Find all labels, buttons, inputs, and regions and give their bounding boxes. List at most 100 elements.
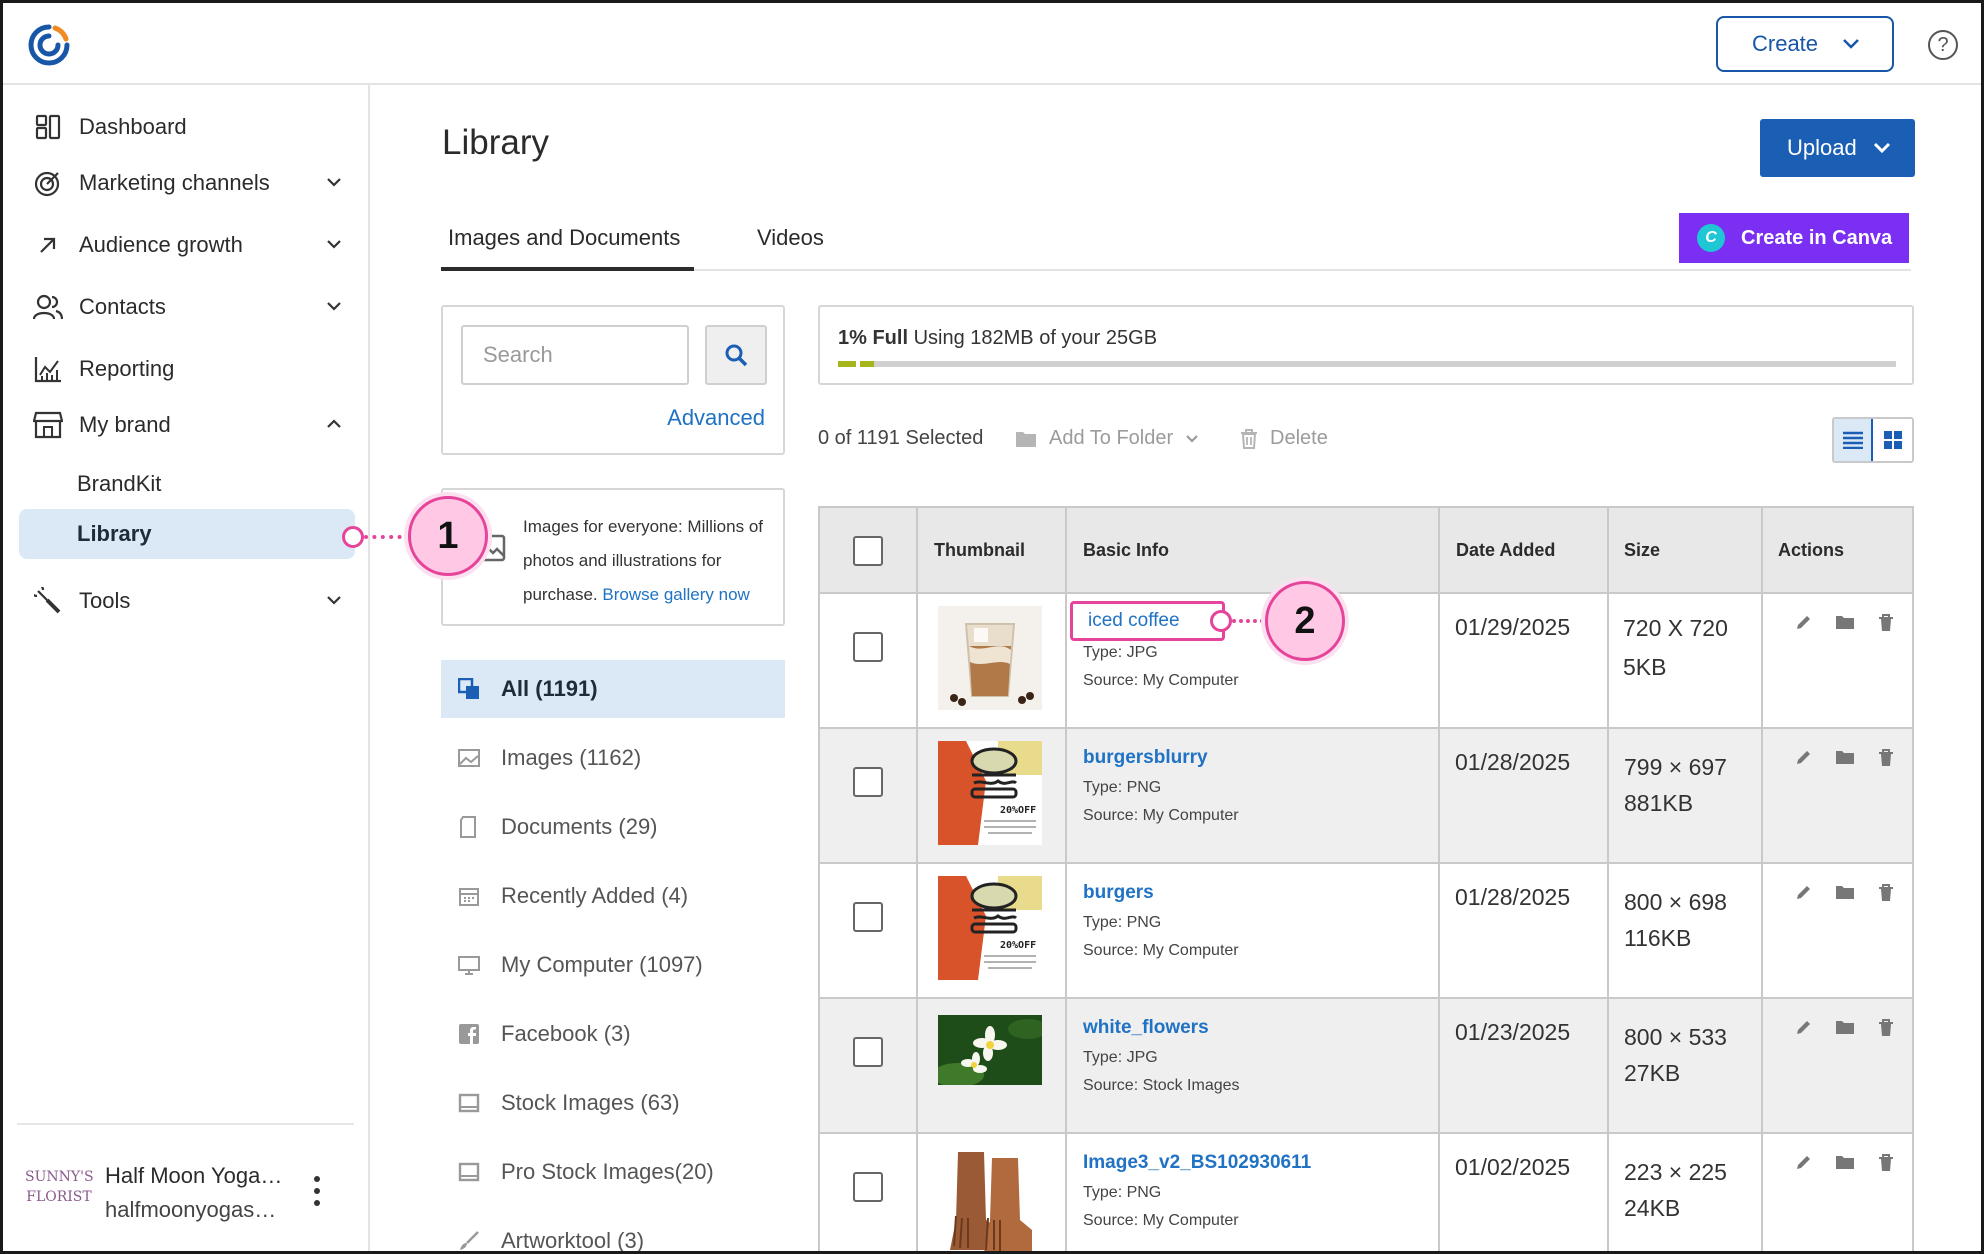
upload-button[interactable]: Upload [1760, 119, 1915, 177]
search-input[interactable] [461, 325, 689, 385]
file-name-link[interactable]: burgers [1083, 882, 1154, 904]
file-name-link[interactable]: burgersblurry [1083, 747, 1208, 769]
filter-all[interactable]: All (1191) [441, 660, 785, 718]
thumbnail-burgers[interactable]: 20%OFF [938, 876, 1042, 980]
sidebar-item-label: My brand [79, 412, 171, 437]
thumbnail-burgersblurry[interactable]: 20%OFF [938, 741, 1042, 845]
trash-icon[interactable] [1878, 749, 1898, 769]
row-checkbox[interactable] [853, 767, 883, 797]
constant-contact-logo-icon[interactable] [27, 23, 71, 67]
callout-2-highlight [1070, 601, 1225, 641]
folder-icon[interactable] [1835, 1019, 1855, 1039]
callout-1-line [364, 535, 410, 539]
sidebar-item-my-brand[interactable]: My brand [33, 403, 343, 447]
add-to-folder-button[interactable]: Add To Folder [1015, 427, 1199, 450]
stock-gallery-promo: Images for everyone: Millions of photos … [441, 488, 785, 626]
help-icon[interactable]: ? [1928, 30, 1958, 60]
dashboard-icon [33, 112, 63, 142]
column-header[interactable]: Date Added [1456, 540, 1555, 561]
folder-icon[interactable] [1835, 749, 1855, 769]
stock-icon [457, 1091, 481, 1115]
callout-2-line [1232, 619, 1264, 623]
kebab-menu-icon[interactable] [313, 1173, 321, 1209]
sidebar-item-audience-growth[interactable]: Audience growth [33, 223, 343, 267]
thumbnail-image3[interactable] [938, 1146, 1042, 1254]
trash-icon[interactable] [1878, 614, 1898, 634]
add-to-folder-label: Add To Folder [1049, 427, 1174, 449]
page-title: Library [442, 123, 549, 162]
edit-icon[interactable] [1794, 1019, 1814, 1039]
file-type: Type: JPG [1083, 644, 1158, 661]
thumbnail-white-flowers[interactable] [938, 1015, 1042, 1085]
table-row: white_flowers Type: JPG Source: Stock Im… [820, 999, 1912, 1134]
storage-text: 1% Full Using 182MB of your 25GB [838, 327, 1157, 350]
callout-1-anchor [342, 526, 364, 548]
search-button[interactable] [705, 325, 767, 385]
delete-button[interactable]: Delete [1240, 427, 1328, 450]
account-email: halfmoonyogas… [105, 1197, 277, 1222]
select-all-checkbox[interactable] [853, 536, 883, 566]
row-checkbox[interactable] [853, 1172, 883, 1202]
chart-icon [33, 354, 63, 384]
account-switcher[interactable]: SUNNY'S FLORIST Half Moon Yoga… halfmoon… [25, 1157, 355, 1237]
file-dimensions: 720 X 720 [1623, 615, 1728, 641]
folder-icon[interactable] [1835, 884, 1855, 904]
arrow-up-right-icon [33, 230, 63, 260]
filter-facebook[interactable]: Facebook (3) [441, 1005, 785, 1063]
filter-my-computer[interactable]: My Computer (1097) [441, 936, 785, 994]
filter-label: Facebook (3) [501, 1021, 631, 1046]
filter-artworktool[interactable]: Artworktool (3) [441, 1212, 785, 1251]
sidebar-item-brandkit[interactable]: BrandKit [19, 459, 355, 509]
grid-view-button[interactable] [1873, 419, 1912, 461]
folder-icon[interactable] [1835, 614, 1855, 634]
filter-pro-stock-images[interactable]: Pro Stock Images(20) [441, 1143, 785, 1201]
filter-documents[interactable]: Documents (29) [441, 798, 785, 856]
tab-videos[interactable]: Videos [757, 225, 824, 271]
brush-icon [457, 1229, 481, 1251]
column-header[interactable]: Size [1624, 540, 1660, 561]
column-divider [1761, 508, 1763, 1251]
date-added: 01/02/2025 [1455, 1154, 1571, 1180]
create-button[interactable]: Create [1716, 16, 1894, 72]
folder-icon[interactable] [1835, 1154, 1855, 1174]
advanced-search-link[interactable]: Advanced [667, 405, 765, 431]
list-view-button[interactable] [1834, 419, 1874, 461]
sidebar-item-label: Audience growth [79, 232, 243, 257]
edit-icon[interactable] [1794, 1154, 1814, 1174]
edit-icon[interactable] [1794, 614, 1814, 634]
filter-images[interactable]: Images (1162) [441, 729, 785, 787]
trash-icon[interactable] [1878, 1019, 1898, 1039]
file-name-link[interactable]: Image3_v2_BS102930611 [1083, 1152, 1311, 1174]
date-added: 01/28/2025 [1455, 749, 1571, 775]
edit-icon[interactable] [1794, 884, 1814, 904]
grid-icon [1883, 431, 1902, 449]
tab-images-and-documents[interactable]: Images and Documents [441, 225, 694, 271]
file-source: Source: Stock Images [1083, 1077, 1240, 1094]
trash-icon[interactable] [1878, 884, 1898, 904]
browse-gallery-link[interactable]: Browse gallery now [602, 585, 749, 604]
sidebar-item-tools[interactable]: Tools [33, 579, 343, 623]
create-in-canva-button[interactable]: C Create in Canva [1679, 213, 1909, 263]
trash-icon[interactable] [1878, 1154, 1898, 1174]
sidebar-item-reporting[interactable]: Reporting [33, 347, 343, 391]
filter-stock-images[interactable]: Stock Images (63) [441, 1074, 785, 1132]
sidebar-item-dashboard[interactable]: Dashboard [33, 105, 343, 149]
sidebar-item-contacts[interactable]: Contacts [33, 285, 343, 329]
filter-label: Images (1162) [501, 745, 642, 770]
chevron-down-icon [1873, 142, 1890, 154]
file-name-link[interactable]: white_flowers [1083, 1017, 1209, 1039]
row-checkbox[interactable] [853, 902, 883, 932]
sidebar-item-library[interactable]: Library [19, 509, 355, 559]
row-checkbox[interactable] [853, 632, 883, 662]
callout-1-badge: 1 [408, 496, 488, 576]
table-row: Image3_v2_BS102930611 Type: PNG Source: … [820, 1134, 1912, 1254]
file-source: Source: My Computer [1083, 1212, 1239, 1229]
promo-text: Images for everyone: Millions of photos … [523, 517, 763, 604]
edit-icon[interactable] [1794, 749, 1814, 769]
filter-label: Stock Images (63) [501, 1090, 680, 1115]
sidebar-item-marketing-channels[interactable]: Marketing channels [33, 161, 343, 205]
row-checkbox[interactable] [853, 1037, 883, 1067]
filter-recently-added[interactable]: Recently Added (4) [441, 867, 785, 925]
thumbnail-iced-coffee[interactable] [938, 606, 1042, 710]
create-button-label: Create [1752, 31, 1819, 56]
